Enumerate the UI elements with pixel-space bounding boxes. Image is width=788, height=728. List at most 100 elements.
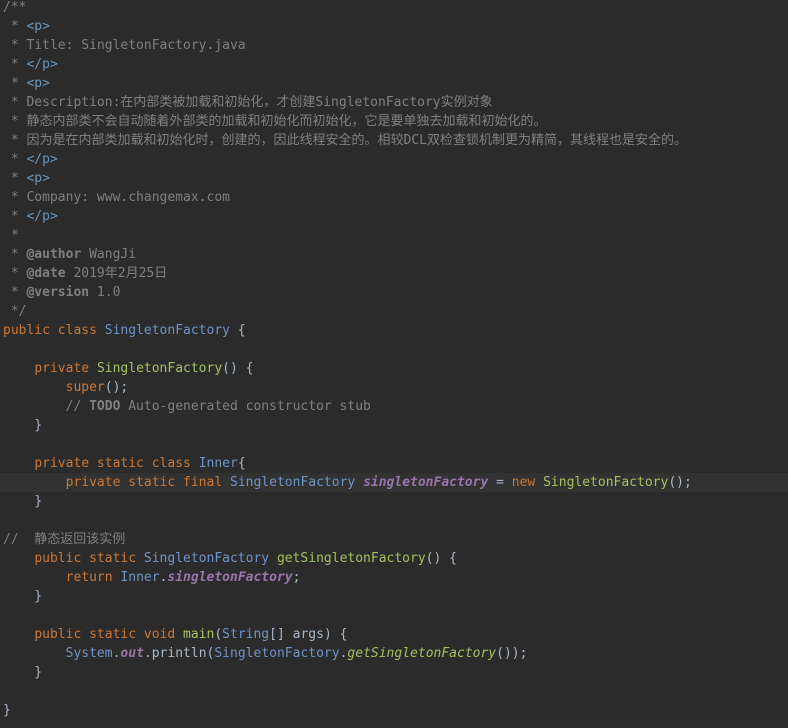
- code-line[interactable]: * Title: SingletonFactory.java: [0, 36, 788, 55]
- code-line[interactable]: }: [0, 492, 788, 511]
- code-token: Inner: [120, 570, 160, 585]
- code-token: Inner: [198, 456, 238, 471]
- code-token: public static: [34, 551, 144, 566]
- code-token: SingletonFactory: [543, 475, 669, 490]
- code-line[interactable]: public static void main(String[] args) {: [0, 625, 788, 644]
- code-token: private static final: [65, 475, 230, 490]
- code-token: SingletonFactory: [143, 551, 277, 566]
- code-token: <p>: [26, 171, 50, 186]
- code-token: WangJi: [81, 247, 137, 262]
- code-token: () {: [222, 361, 254, 376]
- code-token: ;: [292, 570, 301, 585]
- code-token: private: [34, 361, 97, 376]
- code-token: </p>: [26, 209, 58, 224]
- code-token: main: [183, 627, 215, 642]
- code-token: getSingletonFactory: [347, 646, 497, 661]
- code-token: SingletonFactory: [214, 646, 340, 661]
- code-line[interactable]: [0, 435, 788, 454]
- code-token: ();: [668, 475, 692, 490]
- code-token: (: [214, 627, 223, 642]
- code-line[interactable]: * 静态内部类不会自动随着外部类的加载和初始化而初始化，它是要单独去加载和初始化…: [0, 112, 788, 131]
- code-token: ());: [496, 646, 528, 661]
- code-token: * Description:在内部类被加载和初始化，才创建SingletonFa…: [3, 95, 493, 110]
- code-token: *: [3, 57, 27, 72]
- code-line[interactable]: * @author WangJi: [0, 245, 788, 264]
- code-line[interactable]: return Inner.singletonFactory;: [0, 568, 788, 587]
- code-token: super: [65, 380, 105, 395]
- code-token: args: [292, 627, 324, 642]
- code-line[interactable]: public static SingletonFactory getSingle…: [0, 549, 788, 568]
- code-token: }: [3, 703, 11, 718]
- code-line[interactable]: * 因为是在内部类加载和初始化时，创建的，因此线程安全的。相较DCL双检查锁机制…: [0, 131, 788, 150]
- code-token: []: [269, 627, 293, 642]
- code-line[interactable]: * Description:在内部类被加载和初始化，才创建SingletonFa…: [0, 93, 788, 112]
- code-line[interactable]: [0, 606, 788, 625]
- code-line[interactable]: * <p>: [0, 17, 788, 36]
- code-line[interactable]: * <p>: [0, 74, 788, 93]
- code-line[interactable]: * </p>: [0, 207, 788, 226]
- code-token: <p>: [26, 19, 50, 34]
- code-token: {: [229, 323, 246, 338]
- code-token: * Company: www.changemax.com: [3, 190, 230, 205]
- code-line[interactable]: public class SingletonFactory {: [0, 321, 788, 340]
- code-token: * 静态内部类不会自动随着外部类的加载和初始化而初始化，它是要单独去加载和初始化…: [3, 114, 547, 129]
- code-token: *: [3, 19, 27, 34]
- code-editor[interactable]: /** * <p> * Title: SingletonFactory.java…: [0, 0, 788, 728]
- code-line[interactable]: [0, 340, 788, 359]
- code-token: *: [3, 228, 19, 243]
- code-line[interactable]: * @version 1.0: [0, 283, 788, 302]
- code-token: Auto-generated constructor stub: [120, 399, 371, 414]
- code-token: 1.0: [89, 285, 121, 300]
- code-line[interactable]: }: [0, 701, 788, 720]
- code-line[interactable]: }: [0, 416, 788, 435]
- code-token: //: [3, 399, 90, 414]
- code-line[interactable]: System.out.println(SingletonFactory.getS…: [0, 644, 788, 663]
- code-token: *: [3, 76, 27, 91]
- code-token: *: [3, 285, 27, 300]
- code-token: }: [3, 418, 43, 433]
- code-token: String: [222, 627, 270, 642]
- code-token: ();: [104, 380, 129, 395]
- code-line[interactable]: }: [0, 587, 788, 606]
- code-token: {: [237, 456, 246, 471]
- code-token: new: [511, 475, 544, 490]
- code-line[interactable]: * </p>: [0, 55, 788, 74]
- code-line[interactable]: private static final SingletonFactory si…: [0, 473, 788, 492]
- code-line[interactable]: [0, 511, 788, 530]
- code-token: * 因为是在内部类加载和初始化时，创建的，因此线程安全的。相较DCL双检查锁机制…: [3, 133, 687, 148]
- code-line[interactable]: }: [0, 663, 788, 682]
- code-line[interactable]: * <p>: [0, 169, 788, 188]
- code-line[interactable]: [0, 682, 788, 701]
- code-token: </p>: [26, 152, 58, 167]
- code-token: *: [3, 266, 27, 281]
- code-token: }: [3, 665, 43, 680]
- code-line[interactable]: * @date 2019年2月25日: [0, 264, 788, 283]
- code-token: System: [65, 646, 113, 661]
- code-line[interactable]: * </p>: [0, 150, 788, 169]
- code-token: () {: [425, 551, 457, 566]
- code-line[interactable]: private static class Inner{: [0, 454, 788, 473]
- code-token: </p>: [26, 57, 58, 72]
- code-line[interactable]: /**: [0, 0, 788, 17]
- code-line[interactable]: *: [0, 226, 788, 245]
- code-line[interactable]: // 静态返回该实例: [0, 530, 788, 549]
- code-line[interactable]: // TODO Auto-generated constructor stub: [0, 397, 788, 416]
- code-token: .println(: [143, 646, 215, 661]
- code-token: @version: [26, 285, 90, 300]
- code-line[interactable]: * Company: www.changemax.com: [0, 188, 788, 207]
- code-token: public static void: [34, 627, 184, 642]
- code-line[interactable]: super();: [0, 378, 788, 397]
- code-token: public class: [3, 323, 105, 338]
- code-token: TODO: [89, 399, 121, 414]
- code-token: // 静态返回该实例: [3, 532, 126, 547]
- code-line[interactable]: */: [0, 302, 788, 321]
- code-token: @author: [26, 247, 82, 262]
- code-line[interactable]: private SingletonFactory() {: [0, 359, 788, 378]
